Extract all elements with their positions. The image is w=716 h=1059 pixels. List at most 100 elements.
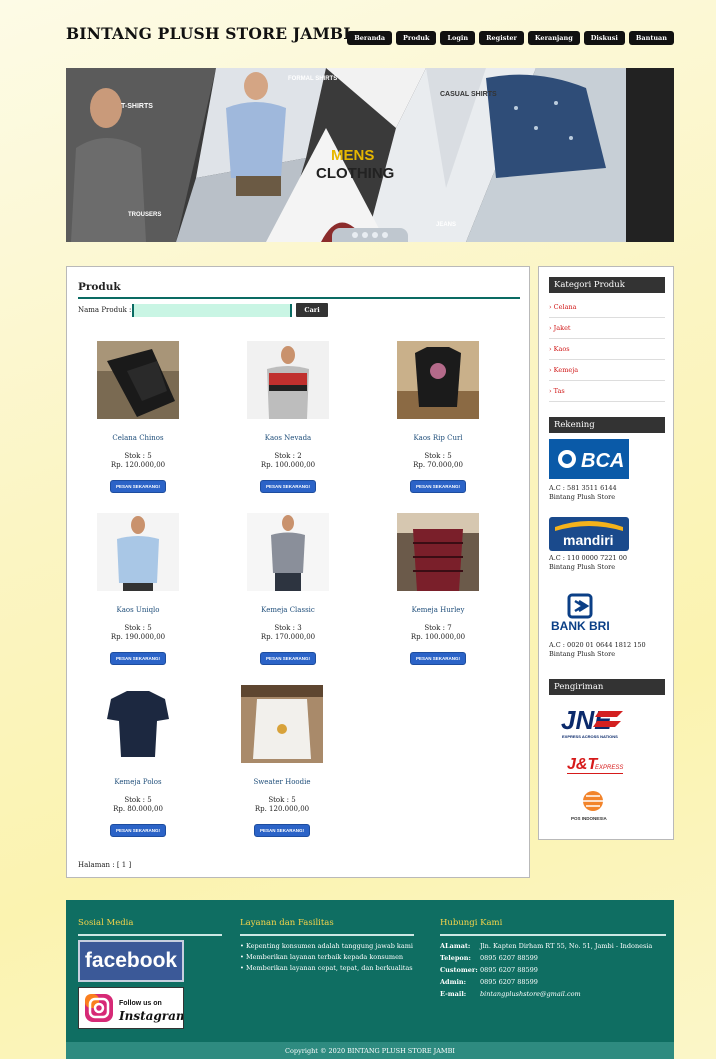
order-now-button[interactable]: PESAN SEKARANG! [259, 652, 316, 665]
search-label: Nama Produk : [78, 306, 132, 314]
facebook-link[interactable]: facebook [78, 940, 184, 982]
product-name[interactable]: Kaos Rip Curl [378, 434, 498, 442]
bca-logo: BCA [549, 439, 629, 479]
product-stock: Stok : 7 [424, 624, 452, 632]
product-name[interactable]: Kemeja Polos [78, 778, 198, 786]
product-image[interactable] [241, 685, 323, 763]
carousel-dots [332, 228, 408, 242]
instagram-link[interactable]: Follow us on Instagram [78, 987, 189, 1029]
product-image[interactable] [97, 513, 179, 591]
product-stock: Stok : 5 [268, 796, 296, 804]
product-image[interactable] [247, 513, 329, 591]
order-now-button[interactable]: PESAN SEKARANG! [253, 824, 310, 837]
nav-login[interactable]: Login [440, 31, 476, 45]
carousel-dot[interactable] [362, 232, 368, 238]
banner-label-jeans: JEANS [436, 222, 456, 228]
product-price: Rp. 80.000,00 [113, 805, 163, 813]
product-name[interactable]: Celana Chinos [78, 434, 198, 442]
order-now-button[interactable]: PESAN SEKARANG! [409, 480, 466, 493]
category-link-jaket[interactable]: › Jaket [549, 318, 665, 339]
footer-social-heading: Sosial Media [78, 918, 134, 928]
bri-account-number: A.C : 0020 01 0644 1812 150 [549, 641, 646, 649]
product-image[interactable] [97, 341, 179, 419]
nav-keranjang[interactable]: Keranjang [527, 31, 580, 45]
jne-tagline: EXPRESS ACROSS NATIONS [562, 734, 618, 739]
nav-register[interactable]: Register [479, 31, 524, 45]
carousel-dot[interactable] [352, 232, 358, 238]
order-now-button[interactable]: PESAN SEKARANG! [259, 480, 316, 493]
service-item: • Memberikan layanan terbaik kepada konsu… [240, 953, 404, 961]
category-link-kemeja[interactable]: › Kemeja [549, 360, 665, 381]
order-now-button[interactable]: PESAN SEKARANG! [109, 480, 166, 493]
banner-label-trousers: TROUSERS [128, 212, 161, 218]
bri-account: A.C : 0020 01 0644 1812 150 Bintang Plus… [549, 641, 646, 659]
contact-label: ALamat: [440, 942, 471, 950]
footer-divider [440, 934, 666, 936]
product-card: Kemeja Classic Stok : 3 Rp. 170.000,00 P… [228, 513, 348, 665]
search-input[interactable] [132, 303, 293, 317]
rekening-heading: Rekening [549, 417, 665, 433]
banner-label-mens: MENS [331, 147, 374, 164]
nav-beranda[interactable]: Beranda [347, 31, 393, 45]
hero-banner[interactable]: T-SHIRTS FORMAL SHIRTS CASUAL SHIRTS MEN… [66, 68, 674, 242]
search-button[interactable]: Cari [296, 303, 328, 317]
category-link-tas[interactable]: › Tas [549, 381, 665, 402]
jnt-tagline: EXPRESS [595, 765, 623, 771]
sidebar: Kategori Produk › Celana › Jaket › Kaos … [538, 266, 674, 840]
bca-account: A.C : 581 3511 6144 Bintang Plush Store [549, 484, 617, 502]
product-stock: Stok : 5 [124, 624, 152, 632]
search-form: Nama Produk : Cari [78, 303, 328, 317]
site-title[interactable]: BINTANG PLUSH STORE JAMBI [66, 24, 351, 43]
banner-label-casual: CASUAL SHIRTS [440, 91, 497, 98]
nav-diskusi[interactable]: Diskusi [583, 31, 625, 45]
product-name[interactable]: Kaos Nevada [228, 434, 348, 442]
product-name[interactable]: Kaos Uniqlo [78, 606, 198, 614]
product-price: Rp. 190.000,00 [110, 633, 166, 641]
bri-account-owner: Bintang Plush Store [549, 650, 616, 658]
product-image[interactable] [247, 341, 329, 419]
bca-account-number: A.C : 581 3511 6144 [549, 484, 617, 492]
product-panel: Produk Nama Produk : Cari Celana Chinos … [66, 266, 530, 878]
product-image[interactable] [397, 513, 479, 591]
order-now-button[interactable]: PESAN SEKARANG! [109, 652, 166, 665]
carousel-dot[interactable] [372, 232, 378, 238]
product-card: Sweater Hoodie Stok : 5 Rp. 120.000,00 P… [222, 685, 342, 837]
contact-label: Admin: [440, 978, 467, 986]
product-card: Kaos Uniqlo Stok : 5 Rp. 190.000,00 PESA… [78, 513, 198, 665]
jne-logo-text: JNE [561, 705, 612, 735]
mandiri-account-owner: Bintang Plush Store [549, 563, 616, 571]
product-card: Celana Chinos Stok : 5 Rp. 120.000,00 PE… [78, 341, 198, 493]
category-link-kaos[interactable]: › Kaos [549, 339, 665, 360]
main-nav: Beranda Produk Login Register Keranjang … [347, 31, 674, 45]
product-stock: Stok : 2 [274, 452, 302, 460]
carousel-dot[interactable] [382, 232, 388, 238]
service-item: • Kepenting konsumen adalah tanggung jawa… [240, 942, 413, 950]
mandiri-logo: mandiri [549, 517, 629, 551]
product-image[interactable] [97, 685, 179, 763]
category-link-celana[interactable]: › Celana [549, 297, 665, 318]
product-price: Rp. 100.000,00 [260, 461, 316, 469]
instagram-name-text: Instagram [118, 1009, 183, 1023]
contact-list: ALamat: Jln. Kapten Dirham RT 55, No. 51,… [440, 942, 666, 999]
contact-email[interactable]: bintangplushstore@gmail.com [480, 990, 581, 999]
product-name[interactable]: Sweater Hoodie [222, 778, 342, 786]
order-now-button[interactable]: PESAN SEKARANG! [109, 824, 166, 837]
contact-label: Telepon: [440, 954, 471, 962]
product-stock: Stok : 3 [274, 624, 302, 632]
bca-logo-text: BCA [581, 450, 624, 472]
product-name[interactable]: Kemeja Classic [228, 606, 348, 614]
product-card: Kemeja Polos Stok : 5 Rp. 80.000,00 PESA… [78, 685, 198, 837]
order-now-button[interactable]: PESAN SEKARANG! [409, 652, 466, 665]
nav-bantuan[interactable]: Bantuan [628, 31, 674, 45]
product-name[interactable]: Kemeja Hurley [378, 606, 498, 614]
product-image[interactable] [397, 341, 479, 419]
instagram-follow-text: Follow us on [119, 1000, 162, 1007]
nav-produk[interactable]: Produk [396, 31, 437, 45]
product-price: Rp. 70.000,00 [413, 461, 463, 469]
contact-row: E-mail: bintangplushstore@gmail.com [440, 990, 666, 999]
product-price: Rp. 120.000,00 [254, 805, 310, 813]
bri-logo-text: BANK BRI [551, 619, 610, 633]
category-list: › Celana › Jaket › Kaos › Kemeja › Tas [549, 297, 665, 402]
pagination[interactable]: Halaman : [ 1 ] [78, 861, 131, 869]
contact-row: ALamat: Jln. Kapten Dirham RT 55, No. 51,… [440, 942, 666, 951]
